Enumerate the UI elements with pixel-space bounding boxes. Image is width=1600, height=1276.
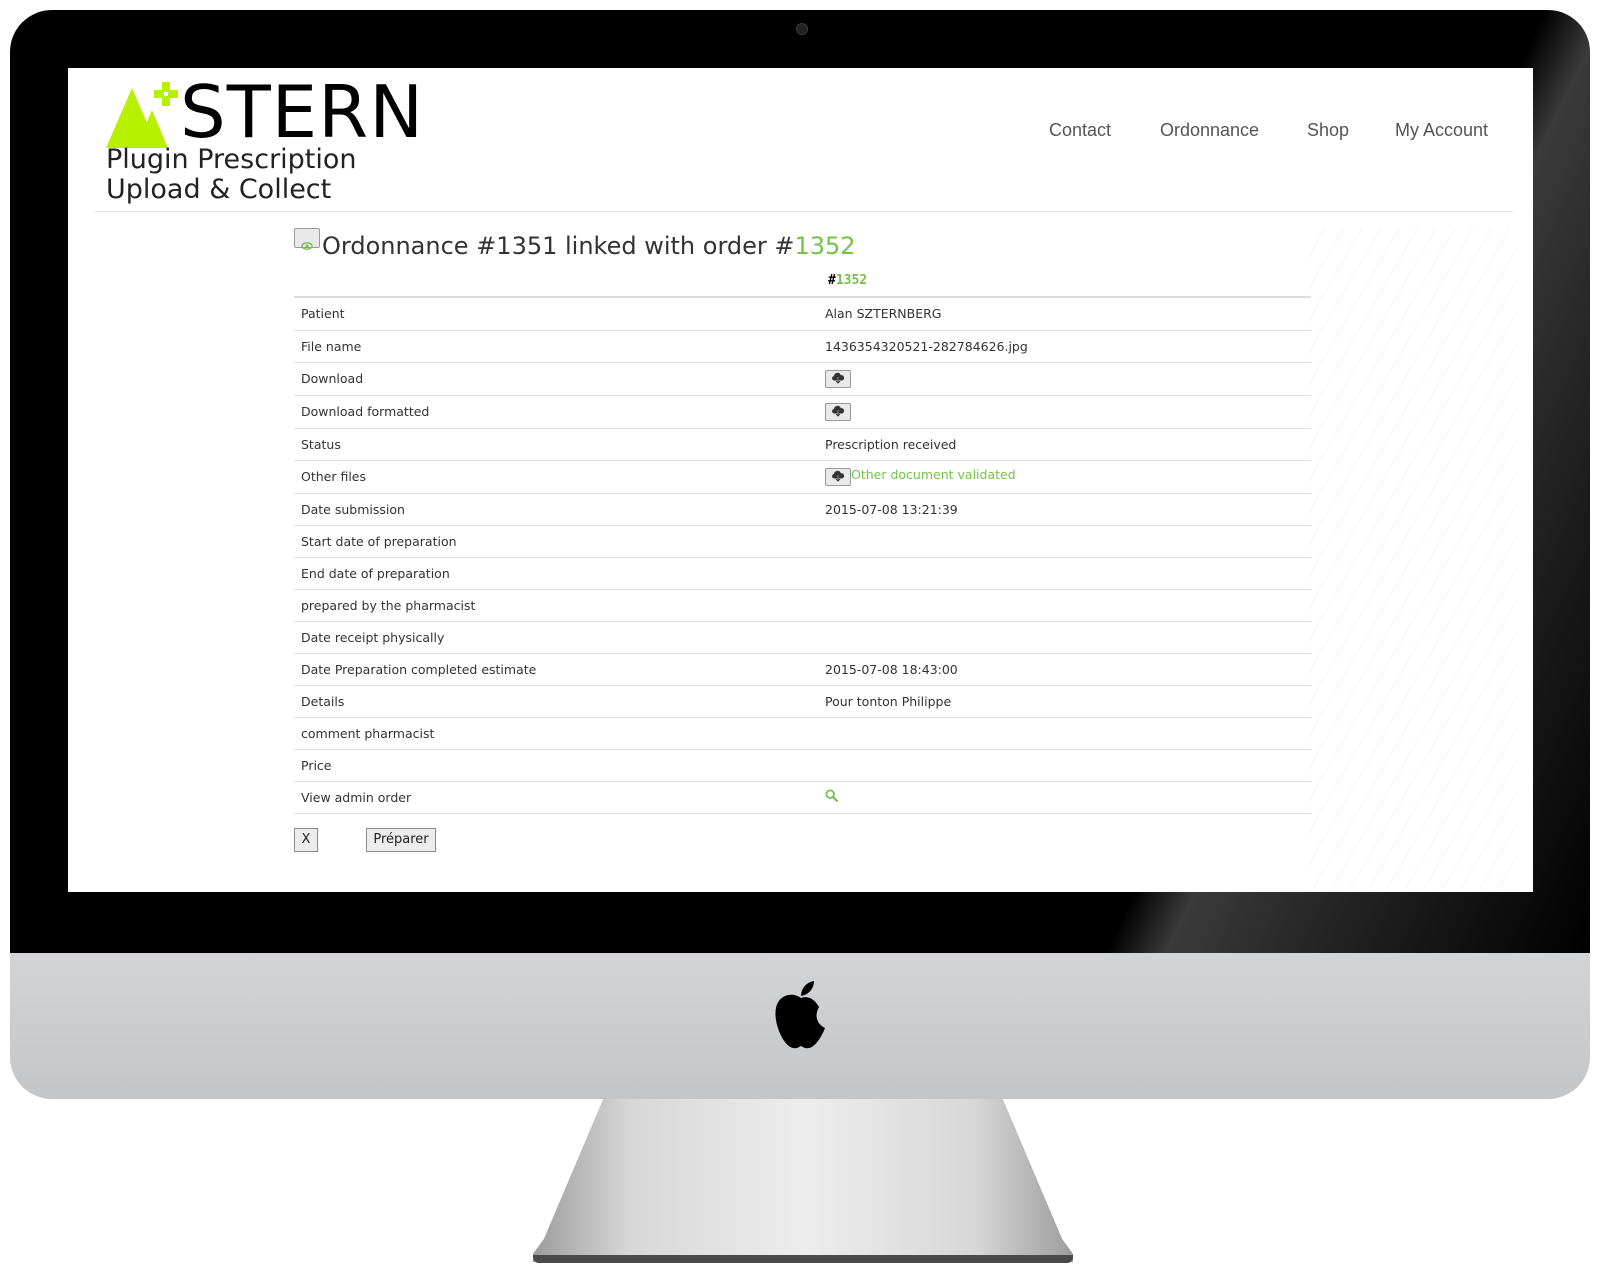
row-value: Prescription received <box>818 428 1311 461</box>
title-prefix: Ordonnance #1351 linked with order # <box>322 232 795 260</box>
row-value <box>818 557 1311 590</box>
background-pattern <box>1308 228 1518 888</box>
header-divider <box>94 211 1513 212</box>
row-label: Date Preparation completed estimate <box>294 653 818 686</box>
logo-tagline-2: Upload & Collect <box>106 174 332 205</box>
row-value: 2015-07-08 13:21:39 <box>818 493 1311 526</box>
table-row: End date of preparation <box>294 557 1311 590</box>
table-row: Download formatted <box>294 395 1311 429</box>
imac-stand-base <box>533 1255 1073 1263</box>
cloud-download-icon[interactable] <box>825 403 851 421</box>
row-label: Date receipt physically <box>294 621 818 654</box>
other-document-link[interactable]: Other document validated <box>851 467 1016 482</box>
imac-stand <box>533 1099 1073 1262</box>
table-row: Download <box>294 362 1311 396</box>
table-row: Status Prescription received <box>294 428 1311 461</box>
prepare-button[interactable]: Préparer <box>366 827 436 852</box>
row-value: 2015-07-08 18:43:00 <box>818 653 1311 686</box>
action-bar: X Préparer <box>294 827 1311 868</box>
nav-shop[interactable]: Shop <box>1307 120 1349 141</box>
table-row: Patient Alan SZTERNBERG <box>294 298 1311 331</box>
title-order-link[interactable]: 1352 <box>795 232 856 260</box>
table-row: prepared by the pharmacist <box>294 589 1311 622</box>
table-row: Date Preparation completed estimate 2015… <box>294 653 1311 686</box>
row-value <box>818 781 1311 814</box>
camera-icon <box>796 23 808 35</box>
row-label: prepared by the pharmacist <box>294 589 818 622</box>
row-value: Alan SZTERNBERG <box>818 298 1311 331</box>
site-logo[interactable]: STERN Plugin Prescription Upload & Colle… <box>106 70 466 206</box>
detail-table: Patient Alan SZTERNBERG File name 143635… <box>294 298 1311 814</box>
row-label: End date of preparation <box>294 557 818 590</box>
row-label: Status <box>294 428 818 461</box>
nav-ordonnance[interactable]: Ordonnance <box>1160 120 1259 141</box>
table-row: View admin order <box>294 781 1311 814</box>
apple-logo-icon <box>775 981 825 1049</box>
row-value: Other document validated <box>818 460 1311 494</box>
table-row: comment pharmacist <box>294 717 1311 750</box>
table-row: Date receipt physically <box>294 621 1311 654</box>
row-label: comment pharmacist <box>294 717 818 750</box>
logo-tagline-1: Plugin Prescription <box>106 144 357 175</box>
row-value <box>818 395 1311 429</box>
table-header: #1352 <box>294 268 1311 298</box>
header-hash: # <box>828 273 836 288</box>
nav-my-account[interactable]: My Account <box>1395 120 1488 141</box>
row-label: Price <box>294 749 818 782</box>
cloud-download-icon[interactable] <box>825 468 851 486</box>
row-label: View admin order <box>294 781 818 814</box>
table-row: Other files Other document validated <box>294 460 1311 494</box>
row-label: Download formatted <box>294 395 818 429</box>
row-value: Pour tonton Philippe <box>818 685 1311 718</box>
row-label: Other files <box>294 460 818 494</box>
row-value <box>818 717 1311 750</box>
prescription-detail: Ordonnance #1351 linked with order #1352… <box>294 228 1311 868</box>
header-order-link[interactable]: 1352 <box>836 273 867 288</box>
mountain-cross-icon <box>106 82 178 148</box>
table-row: Start date of preparation <box>294 525 1311 558</box>
table-row: Details Pour tonton Philippe <box>294 685 1311 718</box>
row-value <box>818 362 1311 396</box>
screen: STERN Plugin Prescription Upload & Colle… <box>68 68 1533 892</box>
table-row: File name 1436354320521-282784626.jpg <box>294 330 1311 363</box>
row-value: 1436354320521-282784626.jpg <box>818 330 1311 363</box>
row-label: File name <box>294 330 818 363</box>
page-title: Ordonnance #1351 linked with order #1352 <box>294 228 1311 260</box>
logo-brand: STERN <box>180 70 425 154</box>
table-row: Date submission 2015-07-08 13:21:39 <box>294 493 1311 526</box>
row-label: Date submission <box>294 493 818 526</box>
row-value <box>818 589 1311 622</box>
close-button[interactable]: X <box>294 827 318 852</box>
nav-contact[interactable]: Contact <box>1049 120 1111 141</box>
row-label: Download <box>294 362 818 396</box>
row-value <box>818 525 1311 558</box>
row-value <box>818 621 1311 654</box>
search-icon[interactable] <box>825 789 838 802</box>
table-row: Price <box>294 749 1311 782</box>
row-label: Details <box>294 685 818 718</box>
row-value <box>818 749 1311 782</box>
row-label: Patient <box>294 298 818 331</box>
cloud-download-icon[interactable] <box>825 370 851 388</box>
row-label: Start date of preparation <box>294 525 818 558</box>
eye-icon[interactable] <box>294 228 320 250</box>
